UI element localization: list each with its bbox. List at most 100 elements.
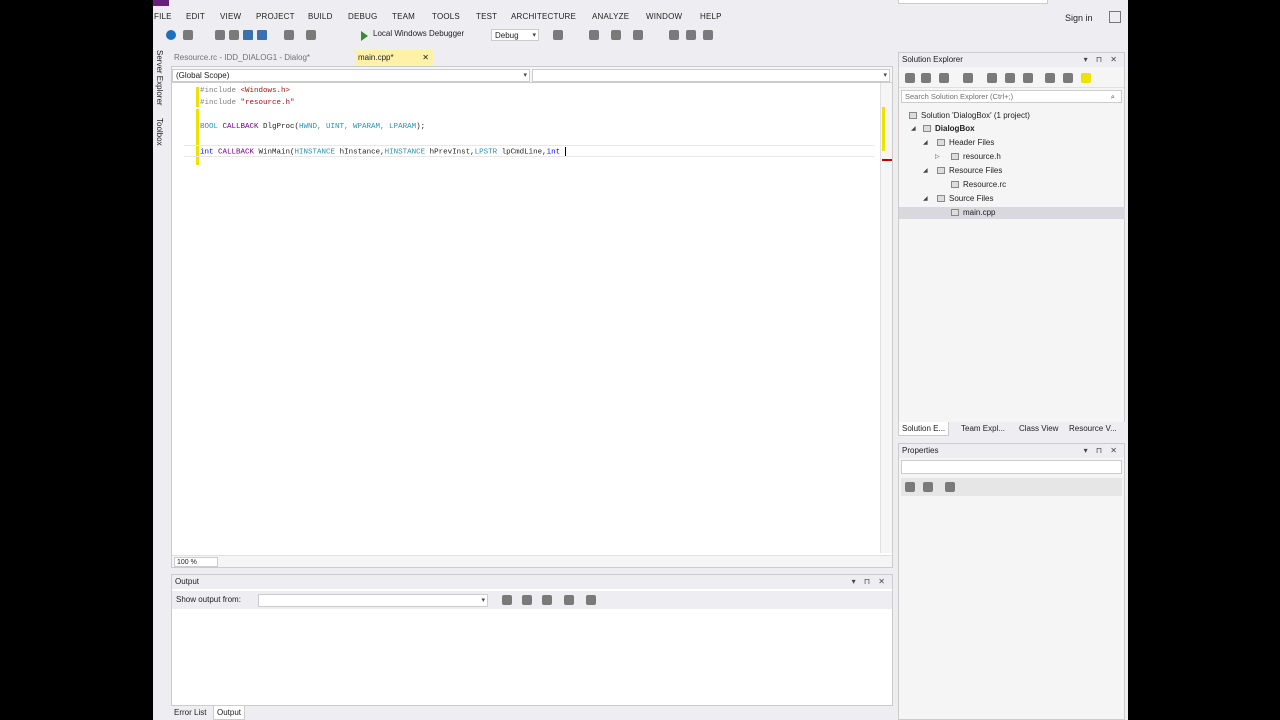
code-editor[interactable]: (Global Scope) ▾ ▾ #include <Windows.h> … bbox=[171, 66, 893, 568]
tab-output[interactable]: Output bbox=[213, 706, 246, 720]
sign-in-link[interactable]: Sign in bbox=[1065, 13, 1093, 23]
refresh-icon[interactable] bbox=[987, 73, 997, 83]
debugger-label[interactable]: Local Windows Debugger bbox=[373, 29, 464, 38]
zoom-dropdown[interactable]: 100 % bbox=[174, 557, 218, 567]
editor-horizontal-scrollbar[interactable]: 100 % bbox=[172, 555, 892, 567]
menu-debug[interactable]: DEBUG bbox=[348, 12, 377, 21]
menu-team[interactable]: TEAM bbox=[392, 12, 415, 21]
macro-token: CALLBACK bbox=[218, 123, 259, 131]
solution-search-input[interactable]: Search Solution Explorer (Ctrl+;) ⌕ bbox=[901, 90, 1122, 103]
properties-icon[interactable] bbox=[1063, 73, 1073, 83]
sync-icon[interactable] bbox=[963, 73, 973, 83]
menu-test[interactable]: TEST bbox=[476, 12, 497, 21]
collapse-all-icon[interactable] bbox=[1005, 73, 1015, 83]
forward-icon[interactable] bbox=[183, 30, 193, 40]
categorized-icon[interactable] bbox=[905, 482, 915, 492]
editor-vertical-scrollbar[interactable] bbox=[880, 83, 892, 553]
show-output-label: Show output from: bbox=[176, 595, 241, 604]
menu-view[interactable]: VIEW bbox=[220, 12, 241, 21]
find-message-icon[interactable] bbox=[502, 595, 512, 605]
menu-build[interactable]: BUILD bbox=[308, 12, 333, 21]
toolbox-tab[interactable]: Toolbox bbox=[155, 118, 164, 146]
word-wrap-icon[interactable] bbox=[586, 595, 596, 605]
show-all-files-icon[interactable] bbox=[1023, 73, 1033, 83]
macro-token: CALLBACK bbox=[213, 148, 255, 157]
output-panel: Output ▾ ⊓ ✕ Show output from: ▾ bbox=[171, 574, 893, 706]
panel-window-buttons[interactable]: ▾ ⊓ ✕ bbox=[1084, 444, 1120, 458]
tab-class-view[interactable]: Class View bbox=[1016, 422, 1061, 436]
tab-solution-explorer[interactable]: Solution E... bbox=[898, 422, 950, 436]
menu-help[interactable]: HELP bbox=[700, 12, 722, 21]
start-debugging-icon[interactable] bbox=[361, 31, 368, 41]
menu-analyze[interactable]: ANALYZE bbox=[592, 12, 629, 21]
attach-icon[interactable] bbox=[553, 30, 563, 40]
output-source-dropdown[interactable]: ▾ bbox=[258, 594, 488, 607]
save-icon[interactable] bbox=[243, 30, 253, 40]
member-dropdown[interactable]: ▾ bbox=[532, 69, 890, 82]
menu-file[interactable]: FILE bbox=[154, 12, 172, 21]
preview-icon[interactable] bbox=[1081, 73, 1091, 83]
feedback-icon[interactable] bbox=[1109, 11, 1121, 23]
uncomment-icon[interactable] bbox=[633, 30, 643, 40]
solution-config-dropdown[interactable]: Debug ▾ bbox=[491, 29, 539, 41]
tree-resource-h[interactable]: resource.h bbox=[951, 152, 1001, 161]
tree-header-files[interactable]: Header Files bbox=[937, 138, 994, 147]
clear-all-icon[interactable] bbox=[564, 595, 574, 605]
tab-resource-rc[interactable]: Resource.rc - IDD_DIALOG1 - Dialog* bbox=[171, 50, 351, 65]
comment-icon[interactable] bbox=[611, 30, 621, 40]
view-code-icon[interactable] bbox=[1045, 73, 1055, 83]
next-message-icon[interactable] bbox=[542, 595, 552, 605]
panel-window-buttons[interactable]: ▾ ⊓ ✕ bbox=[1084, 53, 1120, 67]
property-pages-icon[interactable] bbox=[945, 482, 955, 492]
back-icon[interactable] bbox=[166, 30, 176, 40]
tree-label: main.cpp bbox=[963, 208, 996, 217]
tab-team-explorer[interactable]: Team Expl... bbox=[958, 422, 1008, 436]
tab-resource-view[interactable]: Resource V... bbox=[1066, 422, 1120, 436]
collapse-triangle-icon[interactable]: ▷ bbox=[935, 153, 940, 160]
tree-source-files[interactable]: Source Files bbox=[937, 194, 993, 203]
tree-label: Solution 'DialogBox' (1 project) bbox=[921, 111, 1030, 120]
save-all-icon[interactable] bbox=[257, 30, 267, 40]
menu-project[interactable]: PROJECT bbox=[256, 12, 295, 21]
open-file-icon[interactable] bbox=[229, 30, 239, 40]
tree-main-cpp[interactable]: main.cpp bbox=[951, 208, 995, 217]
close-tab-icon[interactable]: ✕ bbox=[422, 50, 429, 65]
menu-edit[interactable]: EDIT bbox=[186, 12, 205, 21]
menu-architecture[interactable]: ARCHITECTURE bbox=[511, 12, 576, 21]
tree-solution[interactable]: Solution 'DialogBox' (1 project) bbox=[909, 111, 1030, 120]
bookmark-icon[interactable] bbox=[669, 30, 679, 40]
solution-icon bbox=[909, 112, 917, 120]
scope-dropdown[interactable]: (Global Scope) ▾ bbox=[172, 69, 530, 82]
search-placeholder: Search Solution Explorer (Ctrl+;) bbox=[905, 92, 1014, 101]
expand-triangle-icon[interactable]: ◢ bbox=[923, 195, 928, 202]
prev-bookmark-icon[interactable] bbox=[703, 30, 713, 40]
quick-launch-box[interactable] bbox=[898, 0, 1048, 4]
expand-triangle-icon[interactable]: ◢ bbox=[911, 125, 916, 132]
new-project-icon[interactable] bbox=[215, 30, 225, 40]
panel-window-buttons[interactable]: ▾ ⊓ ✕ bbox=[852, 575, 888, 589]
back-icon[interactable] bbox=[905, 73, 915, 83]
code-area[interactable]: #include <Windows.h> #include "resource.… bbox=[172, 85, 880, 555]
tree-resource-rc[interactable]: Resource.rc bbox=[951, 180, 1006, 189]
redo-icon[interactable] bbox=[306, 30, 316, 40]
menu-tools[interactable]: TOOLS bbox=[432, 12, 460, 21]
prev-message-icon[interactable] bbox=[522, 595, 532, 605]
undo-icon[interactable] bbox=[284, 30, 294, 40]
home-icon[interactable] bbox=[939, 73, 949, 83]
expand-triangle-icon[interactable]: ◢ bbox=[923, 167, 928, 174]
expand-triangle-icon[interactable]: ◢ bbox=[923, 139, 928, 146]
alphabetical-icon[interactable] bbox=[923, 482, 933, 492]
include-path: "resource.h" bbox=[236, 99, 295, 107]
solution-explorer-title: Solution Explorer bbox=[902, 55, 963, 64]
tree-resource-files[interactable]: Resource Files bbox=[937, 166, 1002, 175]
properties-object-dropdown[interactable] bbox=[901, 460, 1122, 474]
forward-icon[interactable] bbox=[921, 73, 931, 83]
next-bookmark-icon[interactable] bbox=[686, 30, 696, 40]
server-explorer-tab[interactable]: Server Explorer bbox=[155, 50, 164, 106]
find-icon[interactable] bbox=[589, 30, 599, 40]
tab-error-list[interactable]: Error List bbox=[171, 706, 209, 720]
tree-project[interactable]: DialogBox bbox=[923, 124, 975, 133]
tab-main-cpp[interactable]: main.cpp* ✕ bbox=[355, 50, 433, 65]
menu-window[interactable]: WINDOW bbox=[646, 12, 682, 21]
param-name: lpCmdLine, bbox=[497, 148, 547, 157]
